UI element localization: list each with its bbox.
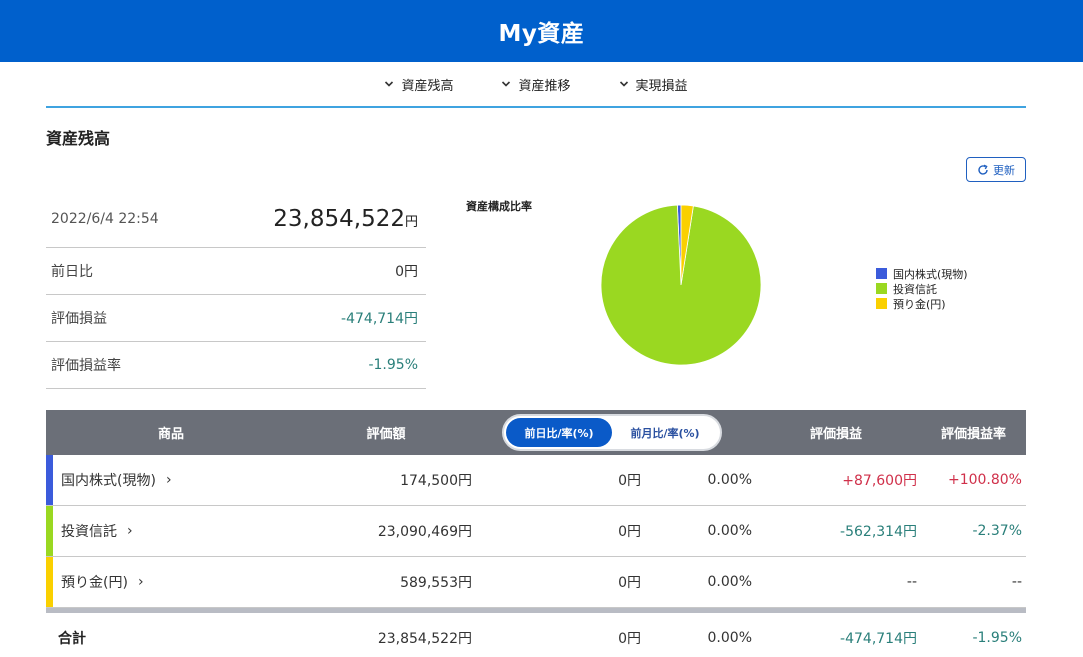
legend-label: 国内株式(現物) [893,267,968,281]
table-row: 国内株式(現物) › 174,500円 0円 0.00% +87,600円 +1… [46,455,1026,506]
header-pl-rate: 評価損益率 [940,427,1006,442]
row-day-change: 0円 [618,524,641,540]
refresh-icon [978,164,988,175]
row-day-rate: 0.00% [707,472,752,488]
row-pl-rate: -2.37% [972,523,1022,539]
app-header: My資産 [0,0,1083,62]
holdings-table: 商品 評価額 前日比/率(%) 前月比/率(%) 評価損益 評価損益率 国内株式… [46,410,1026,657]
summary-total-row: 2022/6/4 22:54 23,854,522円 [46,190,426,248]
table-row: 投資信託 › 23,090,469円 0円 0.00% -562,314円 -2… [46,506,1026,557]
legend-swatch [876,283,887,294]
nav-item-realized[interactable]: 実現損益 [619,75,688,94]
header-product: 商品 [157,427,184,442]
row-valuation: 23,090,469円 [377,524,472,540]
chevron-right-icon: › [165,472,172,488]
page-title: My資産 [498,21,585,47]
row-product-name: 国内株式(現物) [61,473,156,489]
summary-datetime: 2022/6/4 22:54 [51,210,159,227]
summary-total-value: 23,854,522 [273,205,405,232]
row-valuation: 174,500円 [400,473,472,489]
chevron-down-icon [619,81,628,87]
chevron-down-icon [502,81,511,87]
chevron-right-icon: › [137,574,144,590]
chart-title: 資産構成比率 [466,200,532,213]
row-pl: -- [906,574,917,590]
summary-total-unit: 円 [404,214,418,230]
summary-value: -474,714円 [341,311,418,327]
summary-value: -1.95% [368,357,418,373]
legend-label: 投資信託 [893,282,937,296]
legend-swatch [876,268,887,279]
summary-total: 23,854,522円 [273,206,418,232]
legend-label: 預り金(円) [893,297,946,311]
total-pl-rate: -1.95% [972,630,1022,646]
table-header: 商品 評価額 前日比/率(%) 前月比/率(%) 評価損益 評価損益率 [46,410,1026,455]
refresh-button[interactable]: 更新 [966,157,1026,182]
summary-row: 評価損益率 -1.95% [46,342,426,389]
table-row: 預り金(円) › 589,553円 0円 0.00% -- -- [46,557,1026,608]
total-valuation: 23,854,522円 [377,631,472,647]
row-product-name: 投資信託 [61,524,117,540]
nav-item-history[interactable]: 資産推移 [501,75,571,94]
header-pl: 評価損益 [809,427,862,442]
row-color-bar [46,557,53,607]
row-day-change: 0円 [618,473,641,489]
row-pl: -562,314円 [840,524,917,540]
row-product-link[interactable]: 国内株式(現物) › [61,455,172,505]
summary-label: 評価損益 [51,311,107,327]
balance-summary: 2022/6/4 22:54 23,854,522円 前日比 0円 評価損益 -… [46,190,426,389]
row-pl: +87,600円 [842,473,917,489]
row-pl-rate: +100.80% [947,472,1022,488]
summary-label: 評価損益率 [51,358,121,374]
summary-label: 前日比 [51,264,93,280]
legend-item: 国内株式(現物) [876,266,968,281]
summary-row: 評価損益 -474,714円 [46,295,426,342]
row-valuation: 589,553円 [400,575,472,591]
legend-item: 預り金(円) [876,296,968,311]
row-color-bar [46,455,53,505]
nav-item-label: 資産推移 [518,78,571,94]
toggle-day-change[interactable]: 前日比/率(%) [506,418,612,447]
row-day-rate: 0.00% [707,523,752,539]
asset-pie-chart [600,204,762,366]
total-pl: -474,714円 [840,631,917,647]
header-valuation: 評価額 [366,427,406,442]
change-period-toggle: 前日比/率(%) 前月比/率(%) [502,414,722,451]
chart-legend: 国内株式(現物) 投資信託 預り金(円) [876,266,968,311]
row-day-change: 0円 [618,575,641,591]
refresh-label: 更新 [993,163,1015,177]
chevron-down-icon [385,81,394,87]
row-product-name: 預り金(円) [61,575,128,591]
section-nav: 資産残高 資産推移 実現損益 [46,62,1026,108]
nav-item-balance[interactable]: 資産残高 [384,75,453,94]
chevron-right-icon: › [127,523,133,539]
total-row: 合計 23,854,522円 0円 0.00% -474,714円 -1.95% [46,613,1026,657]
nav-item-label: 実現損益 [635,78,688,94]
summary-value: 0円 [395,264,418,280]
total-day-rate: 0.00% [707,630,752,646]
row-day-rate: 0.00% [707,574,752,590]
legend-swatch [876,298,887,309]
row-color-bar [46,506,53,556]
total-day-change: 0円 [618,631,641,647]
row-product-link[interactable]: 投資信託 › [61,506,133,556]
row-pl-rate: -- [1011,574,1022,590]
toggle-month-change[interactable]: 前月比/率(%) [612,418,718,447]
nav-item-label: 資産残高 [401,78,454,94]
section-title: 資産残高 [46,129,111,148]
summary-row: 前日比 0円 [46,248,426,295]
row-product-link[interactable]: 預り金(円) › [61,557,144,607]
legend-item: 投資信託 [876,281,968,296]
total-label: 合計 [58,631,86,647]
